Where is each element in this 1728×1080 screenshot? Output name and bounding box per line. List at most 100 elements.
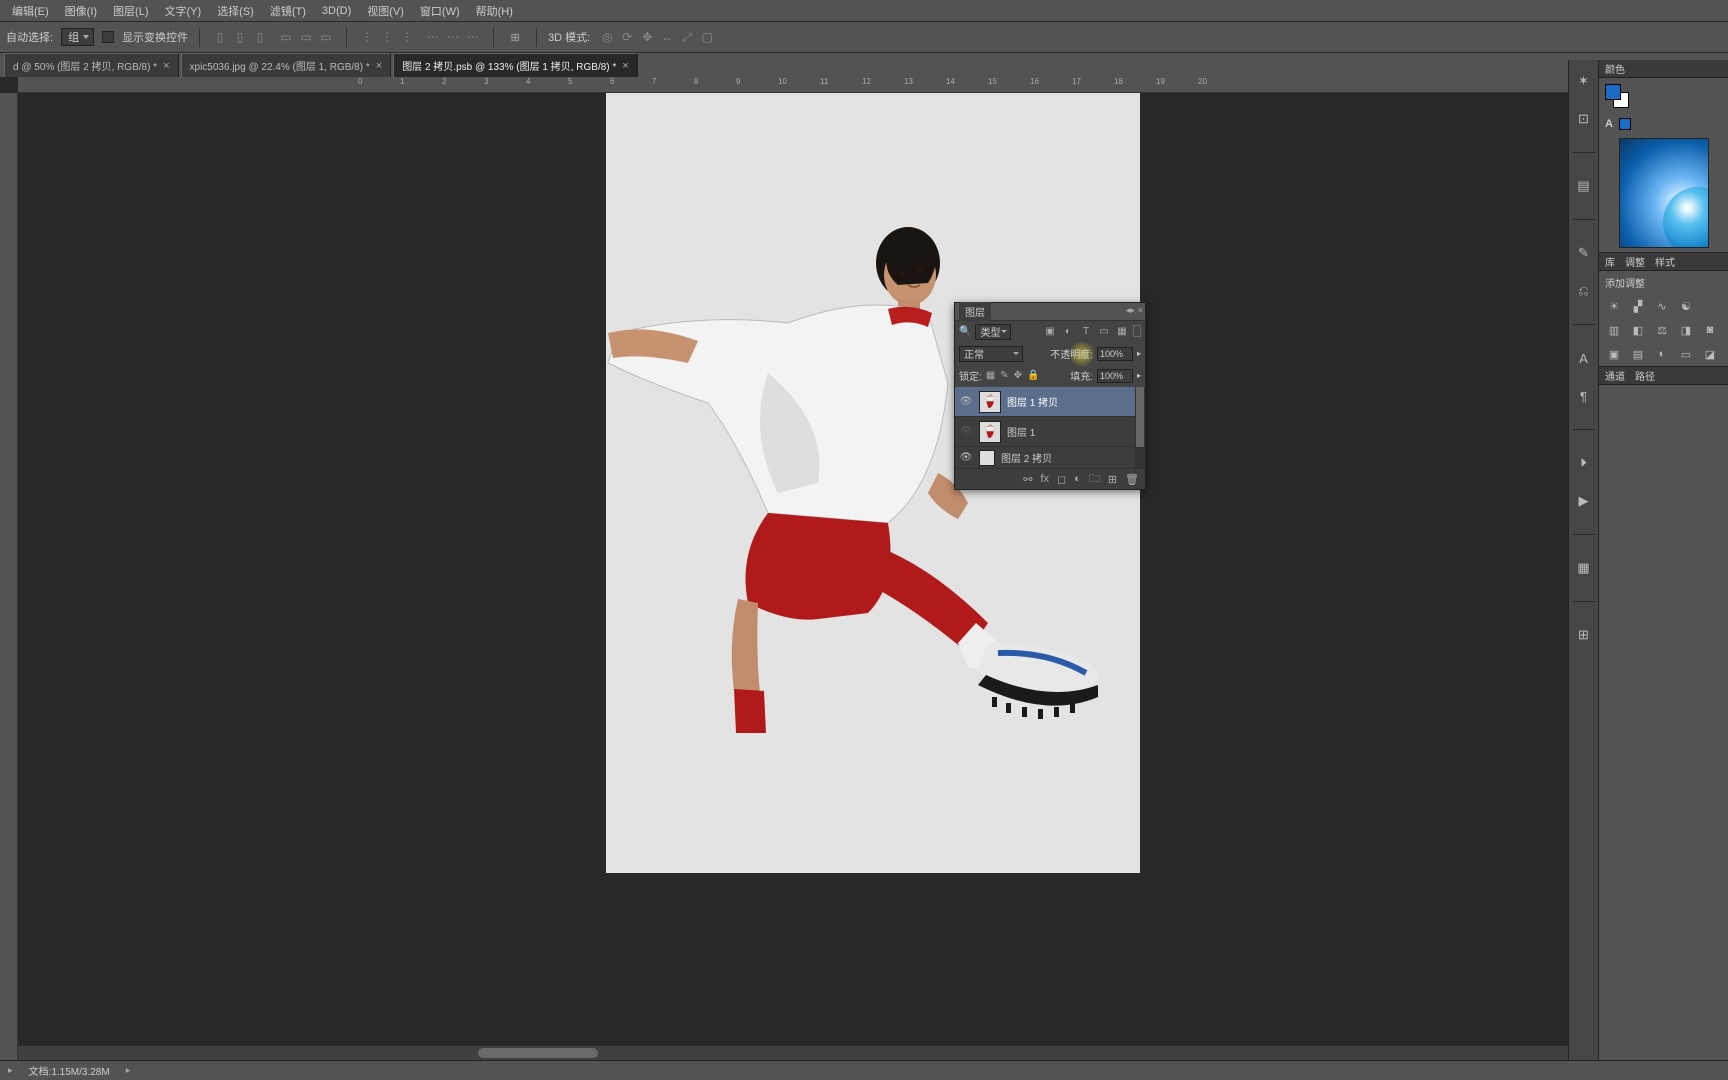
menu-select[interactable]: 选择(S) [209,0,262,22]
hue-icon[interactable]: ◧ [1629,322,1647,338]
canvas-area[interactable] [18,93,1728,1060]
scrollbar-thumb[interactable] [1136,387,1144,447]
3d-camera-icon[interactable]: ▢ [698,28,716,46]
filter-type-icon[interactable]: T [1079,325,1093,339]
layers-panel-header[interactable]: 图层 ◂▸ × [955,303,1145,321]
distribute-v1-icon[interactable]: ⋯ [424,28,442,46]
layer-thumbnail[interactable] [979,450,995,466]
new-layer-icon[interactable]: ⊞ [1108,473,1117,486]
fg-bg-swatch[interactable] [1605,84,1629,108]
clone-icon[interactable]: ⎌ [1573,280,1595,302]
actions-icon[interactable]: ⏵ [1573,452,1595,474]
3d-pan-icon[interactable]: ✥ [638,28,656,46]
filter-toggle-icon[interactable] [1133,325,1141,337]
channel-panel-header[interactable]: 通道 路径 [1599,367,1728,385]
library-panel-header[interactable]: 库 调整 样式 [1599,253,1728,271]
lock-paint-icon[interactable]: ✎ [1000,370,1008,381]
layer-item-3[interactable]: 👁 图层 2 拷贝 [955,447,1145,469]
lock-transparency-icon[interactable]: ▦ [986,370,995,381]
paragraph-icon[interactable]: ¶ [1573,385,1595,407]
filter-type-dropdown[interactable]: 类型 [975,324,1011,340]
layer-name[interactable]: 图层 2 拷贝 [1001,450,1052,465]
curves-icon[interactable]: ∿ [1653,298,1671,314]
distribute-h2-icon[interactable]: ⋮ [378,28,396,46]
posterize-icon[interactable]: ▤ [1629,346,1647,362]
opacity-flyout-icon[interactable]: ▸ [1137,349,1141,358]
layer-item-1[interactable]: 👁 图层 1 拷贝 [955,387,1145,417]
exposure-icon[interactable]: ☯ [1677,298,1695,314]
levels-icon[interactable]: ▞ [1629,298,1647,314]
layer-name[interactable]: 图层 1 [1007,424,1035,439]
character-icon[interactable]: A [1573,347,1595,369]
selective-icon[interactable]: ◪ [1701,346,1719,362]
color-spectrum[interactable] [1619,138,1709,248]
adjustment-layer-icon[interactable]: ◐ [1074,473,1081,485]
horizontal-ruler[interactable]: 01234567891011121314151617181920 [18,77,1728,93]
gradient-map-icon[interactable]: ▭ [1677,346,1695,362]
layers-panel[interactable]: 图层 ◂▸ × 🔍 类型 ▣ ◐ T ▭ ▦ 正常 不透明度: 100% ▸ 锁… [954,302,1146,490]
document-tab-1[interactable]: d @ 50% (图层 2 拷贝, RGB/8) *× [4,53,179,77]
menu-type[interactable]: 文字(Y) [157,0,210,22]
lock-all-icon[interactable]: 🔒 [1027,370,1039,381]
swatches-icon[interactable]: ▤ [1573,175,1595,197]
status-flyout-icon[interactable]: ▸ [126,1065,131,1076]
navigator-icon[interactable]: ⊡ [1573,108,1595,130]
blend-mode-dropdown[interactable]: 正常 [959,346,1023,362]
distribute-h1-icon[interactable]: ⋮ [358,28,376,46]
align-bottom-icon[interactable]: ▭ [317,28,335,46]
document-tab-3[interactable]: 图层 2 拷贝.psb @ 133% (图层 1 拷贝, RGB/8) *× [393,53,638,77]
document-tab-2[interactable]: xpic5036.jpg @ 22.4% (图层 1, RGB/8) *× [181,53,392,77]
3d-scale-icon[interactable]: ⤢ [678,28,696,46]
threshold-icon[interactable]: ◐ [1653,346,1671,362]
library-tab[interactable]: 库 [1605,254,1615,269]
panel-collapse-icon[interactable]: ◂▸ [1126,305,1135,316]
align-center-h-icon[interactable]: ▯ [231,28,249,46]
layer-name[interactable]: 图层 1 拷贝 [1007,394,1058,409]
photo-icon[interactable]: ◙ [1701,322,1719,338]
mask-icon[interactable]: ◻ [1057,473,1066,486]
bw-icon[interactable]: ◨ [1677,322,1695,338]
type-color-swatch[interactable] [1619,118,1631,130]
path-tab[interactable]: 路径 [1635,368,1655,383]
scrollbar-thumb[interactable] [478,1048,598,1058]
histogram-icon[interactable]: ✶ [1573,70,1595,92]
filter-pixel-icon[interactable]: ▣ [1043,325,1057,339]
menu-window[interactable]: 窗口(W) [412,0,468,22]
lock-position-icon[interactable]: ✥ [1014,370,1022,381]
properties-icon[interactable]: ⊞ [1573,624,1595,646]
autoselect-dropdown[interactable]: 组 [61,28,94,46]
3d-orbit-icon[interactable]: ◎ [598,28,616,46]
vibrance-icon[interactable]: ▥ [1605,322,1623,338]
opacity-input[interactable]: 100% [1097,347,1133,361]
colorbalance-icon[interactable]: ⚖ [1653,322,1671,338]
layers-tab-title[interactable]: 图层 [959,302,991,321]
layer-thumbnail[interactable] [979,391,1001,413]
channel-tab[interactable]: 通道 [1605,368,1625,383]
align-right-icon[interactable]: ▯ [251,28,269,46]
fill-input[interactable]: 100% [1097,369,1133,383]
color-tab[interactable]: 颜色 [1605,61,1625,76]
menu-view[interactable]: 视图(V) [359,0,412,22]
delete-layer-icon[interactable]: 🗑 [1125,473,1139,486]
styles-tab[interactable]: 样式 [1655,254,1675,269]
brightness-icon[interactable]: ☀ [1605,298,1623,314]
visibility-icon[interactable]: 👁 [959,451,973,465]
horizontal-scrollbar[interactable] [18,1046,1728,1060]
layer-list-scrollbar[interactable] [1135,387,1145,468]
align-top-icon[interactable]: ▭ [277,28,295,46]
close-icon[interactable]: × [376,60,382,72]
align-left-icon[interactable]: ▯ [211,28,229,46]
brush-icon[interactable]: ✎ [1573,242,1595,264]
panel-close-icon[interactable]: × [1138,305,1143,316]
layer-thumbnail[interactable] [979,421,1001,443]
link-layers-icon[interactable]: ⚯ [1023,473,1032,486]
visibility-icon[interactable]: 👁 [959,425,973,439]
menu-image[interactable]: 图像(I) [57,0,105,22]
visibility-icon[interactable]: 👁 [959,395,973,409]
invert-icon[interactable]: ▣ [1605,346,1623,362]
vertical-ruler[interactable] [0,93,18,1060]
adjust-tab[interactable]: 调整 [1625,254,1645,269]
layer-item-2[interactable]: 👁 图层 1 [955,417,1145,447]
zoom-flyout-icon[interactable]: ▸ [8,1065,13,1076]
fx-icon[interactable]: fx [1040,473,1049,485]
